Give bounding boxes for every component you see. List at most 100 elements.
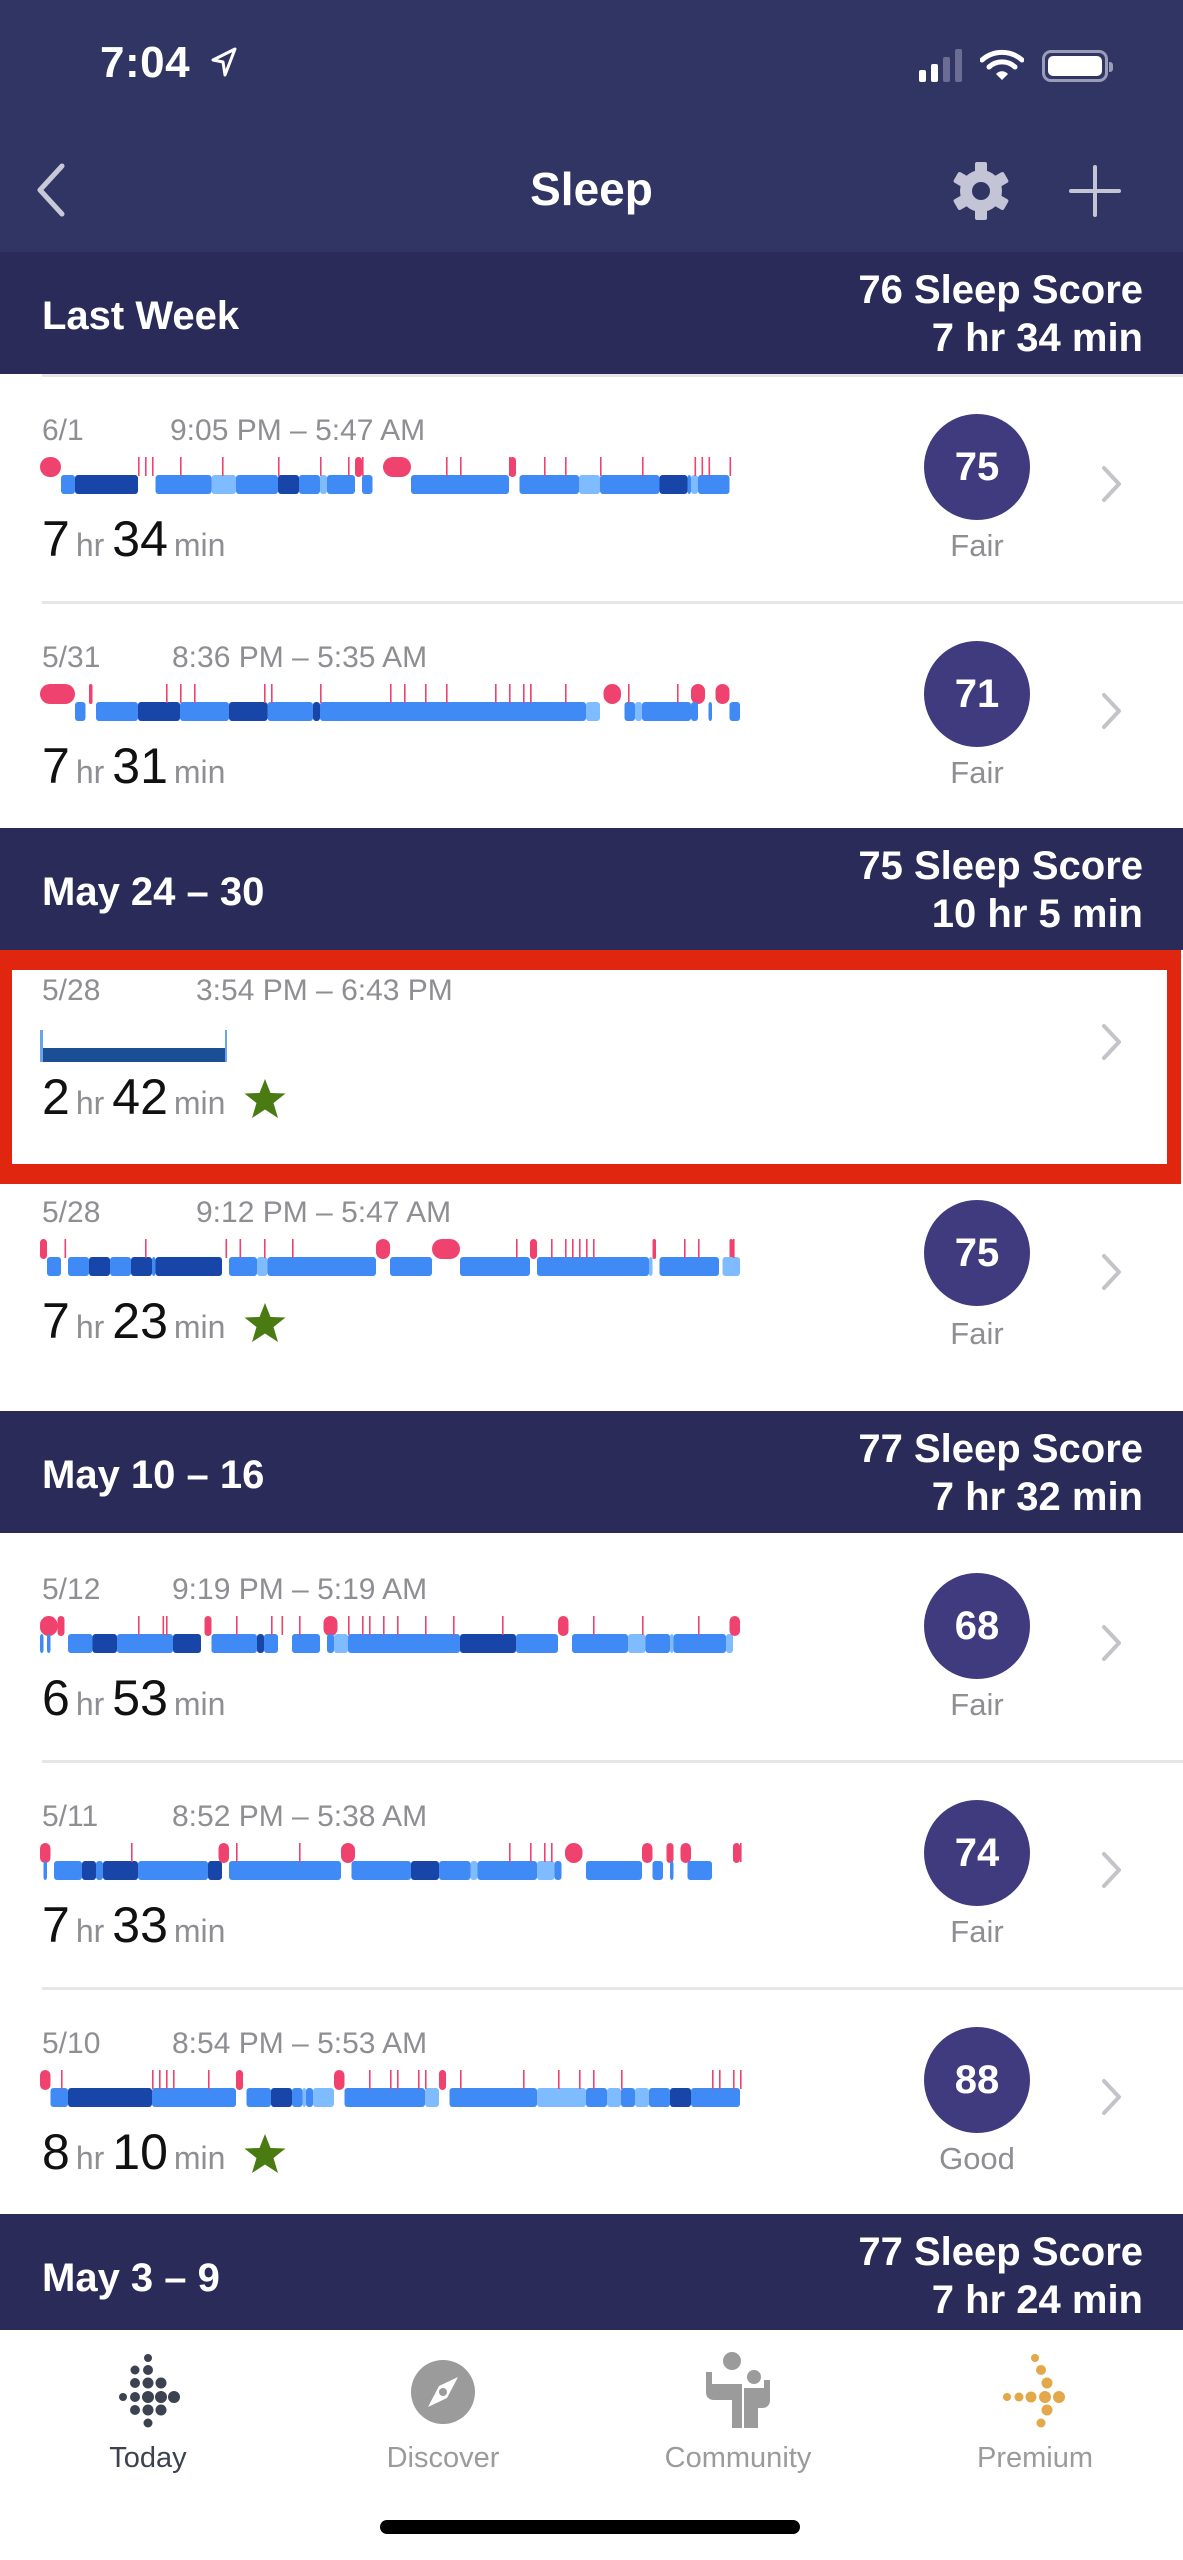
rem-segment [726,1634,733,1653]
awake-tick [628,684,630,703]
light-segment [75,702,86,721]
sleep-log-row[interactable]: 5/10 8:54 PM – 5:53 AM 8 hr 10 min 88 Good [0,1987,1183,2214]
light-segment [47,1257,61,1276]
awake-segment [565,1843,583,1863]
chevron-right-icon[interactable] [1100,462,1124,506]
light-segment [267,702,313,721]
awake-tick [565,684,567,703]
awake-tick [740,1843,742,1862]
awake-segment [204,1616,212,1636]
light-segment [40,1634,44,1653]
wifi-icon [980,49,1024,80]
sleep-log-row[interactable]: 5/28 9:12 PM – 5:47 AM 7 hr 23 min 75 Fair [0,1184,1183,1411]
awake-tick [708,457,711,476]
awake-tick [281,1616,284,1635]
light-segment [519,475,579,494]
awake-tick [320,457,322,476]
light-segment [110,1257,131,1276]
awake-tick [446,684,448,703]
light-segment [299,475,320,494]
hours-unit: hr [75,1686,105,1722]
sleep-log-row[interactable]: 5/12 9:19 PM – 5:19 AM 6 hr 53 min 68 Fair [0,1533,1183,1760]
awake-tick [299,1843,301,1862]
rem-segment [635,702,642,721]
log-duration: 6 hr 53 min [42,1669,233,1727]
home-indicator[interactable] [380,2520,800,2534]
light-segment [477,1861,537,1880]
log-duration: 2 hr 42 min [42,1068,287,1126]
chevron-right-icon[interactable] [1100,1020,1124,1064]
light-segment [327,1634,334,1653]
sleep-score-badge: 75 [924,1200,1030,1306]
chevron-right-icon[interactable] [1100,1250,1124,1294]
awake-tick [194,684,196,703]
rem-segment [470,1861,478,1880]
light-segment [649,2088,670,2107]
settings-gear-button[interactable] [950,160,1012,222]
awake-tick [180,457,182,476]
sleep-stage-chart [40,1030,227,1062]
tab-community[interactable]: Community [590,2330,886,2480]
sleep-log-row[interactable]: 5/28 3:54 PM – 6:43 PM 2 hr 42 min [0,950,1183,1184]
awake-tick [397,1616,399,1635]
light-segment [673,1634,726,1653]
chevron-right-icon[interactable] [1100,689,1124,733]
awake-tick [383,1616,385,1635]
sleep-log-row[interactable]: 5/31 8:36 PM – 5:35 AM 7 hr 31 min 71 Fair [0,601,1183,828]
awake-segment [40,457,61,477]
awake-segment [40,1616,58,1636]
duration-hours: 7 [42,738,70,794]
tab-today[interactable]: Today [0,2330,296,2480]
nap-edge [40,1030,43,1062]
awake-tick [271,1616,273,1635]
rem-segment [425,2088,439,2107]
awake-tick [502,1616,504,1635]
week-summary: 77 Sleep Score 7 hr 32 min [858,1425,1143,1521]
awake-tick [600,457,602,476]
awake-segment [680,1843,691,1863]
duration-hours: 7 [42,1293,70,1349]
awake-segment [642,1843,653,1863]
light-segment [390,1257,432,1276]
sleep-log-list[interactable]: Last Week 76 Sleep Score 7 hr 34 min 6/1 9:0… [0,252,1183,2332]
tab-premium[interactable]: Premium [887,2330,1183,2480]
light-segment [236,475,278,494]
awake-tick [138,457,140,476]
deep-segment [82,1861,96,1880]
awake-tick [523,684,525,703]
light-segment [344,2088,425,2107]
awake-tick [425,1616,427,1635]
chevron-right-icon[interactable] [1100,1621,1124,1665]
light-segment [246,2088,271,2107]
light-segment [537,1257,649,1276]
awake-segment [530,1239,537,1259]
rem-segment [628,1634,646,1653]
awake-tick [551,1843,553,1862]
awake-tick [495,684,497,703]
awake-tick [558,2070,560,2089]
duration-hours: 6 [42,1670,70,1726]
sleep-log-row[interactable]: 5/11 8:52 PM – 5:38 AM 7 hr 33 min 74 Fair [0,1760,1183,1987]
add-button[interactable] [1068,164,1122,218]
light-segment [516,1634,558,1653]
log-date: 5/31 [42,641,101,674]
tab-discover[interactable]: Discover [295,2330,591,2480]
light-segment [117,1634,173,1653]
light-segment [691,702,698,721]
chevron-right-icon[interactable] [1100,1848,1124,1892]
light-segment [155,475,212,494]
week-avg-duration: 7 hr 24 min [931,2278,1143,2322]
awake-tick [729,457,732,476]
awake-segment [733,1843,740,1863]
awake-tick [530,684,532,703]
awake-tick [166,1616,168,1635]
duration-minutes: 34 [112,511,168,567]
awake-tick [145,1239,147,1258]
awake-tick [733,1239,735,1258]
sleep-score-rating: Fair [950,1316,1004,1351]
awake-tick [509,457,511,476]
awake-tick [362,1616,364,1635]
sleep-stage-chart [40,457,732,494]
chevron-right-icon[interactable] [1100,2075,1124,2119]
sleep-log-row[interactable]: 6/1 9:05 PM – 5:47 AM 7 hr 34 min 75 Fair [0,374,1183,601]
